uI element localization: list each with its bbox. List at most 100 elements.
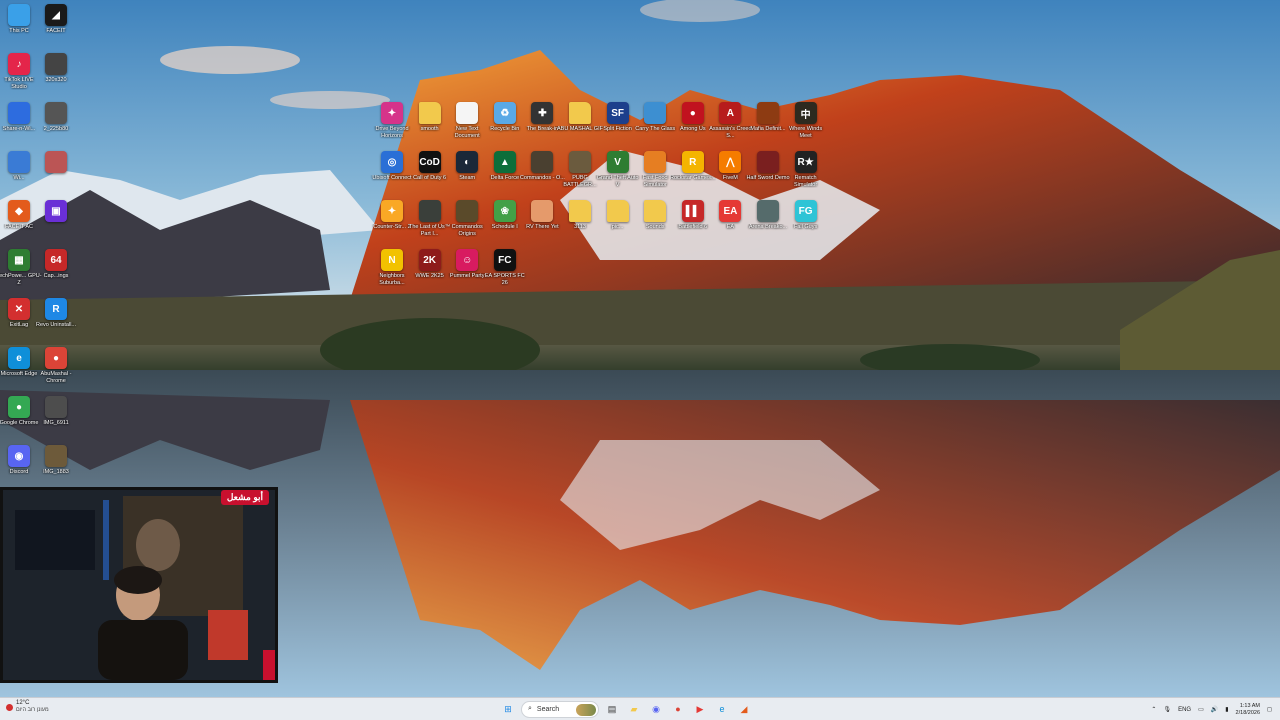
image-file-icon — [45, 102, 67, 124]
desktop-shortcut[interactable]: 64 Cap...ings — [33, 249, 79, 280]
youtube-icon[interactable]: ▶ — [691, 700, 709, 718]
desktop-shortcut[interactable]: ◢ FACEIT — [33, 4, 79, 35]
ubisoft-icon: ◎ — [381, 151, 403, 173]
folder-icon — [569, 102, 591, 124]
desktop-shortcut[interactable]: FG Fall Guys — [783, 200, 829, 231]
desktop-shortcut-label: AbuMashal - Chrome — [40, 371, 72, 384]
notification-icon[interactable]: ◻ — [1267, 706, 1272, 713]
faceit-icon[interactable]: ◢ — [735, 700, 753, 718]
steam-icon: ◐ — [456, 151, 479, 173]
search-highlight-image — [576, 703, 596, 716]
chrome-icon[interactable]: ● — [669, 700, 687, 718]
cs2-icon: ✦ — [381, 200, 403, 222]
game-icon — [569, 151, 591, 173]
edge-icon[interactable]: e — [713, 700, 731, 718]
rockstar-icon: R — [681, 151, 704, 173]
battery-icon[interactable]: ▮ — [1225, 706, 1228, 713]
desktop-shortcut[interactable]: R Revo Uninstall... — [33, 298, 79, 329]
game-icon — [531, 151, 554, 173]
chrome-icon: ● — [8, 396, 30, 418]
game-icon: V — [606, 151, 629, 173]
discord-icon[interactable]: ◉ — [647, 700, 665, 718]
desktop-shortcut[interactable]: ▣ — [33, 200, 79, 224]
game-icon — [531, 200, 554, 222]
desktop-shortcut-label: FACEIT — [46, 28, 66, 34]
desktop-shortcut[interactable] — [33, 151, 79, 175]
discord-icon: ◉ — [8, 445, 30, 467]
desktop-shortcut[interactable]: IMG_6911 — [33, 396, 79, 427]
webcam-overlay: أبو مشعل — [0, 487, 278, 683]
weather-icon — [6, 703, 13, 711]
faceit-ac-icon: ◆ — [8, 200, 30, 222]
image-file-icon — [45, 151, 67, 173]
taskbar-search[interactable]: ⌕ Search — [521, 700, 599, 718]
folder-icon — [569, 200, 591, 222]
game-icon — [418, 200, 441, 222]
desktop-shortcut[interactable]: IMG_1883 — [33, 445, 79, 476]
game-icon: N — [381, 249, 403, 271]
clock-time: 1:13 AM — [1239, 702, 1261, 709]
desktop-shortcut-label: Where Winds Meet — [789, 126, 823, 139]
streamer-badge: أبو مشعل — [220, 490, 269, 505]
game-icon: CoD — [418, 151, 441, 173]
clock[interactable]: 1:13 AM 2/18/2026 — [1236, 703, 1260, 717]
file-explorer-icon[interactable]: ▰ — [625, 700, 643, 718]
game-icon: ❀ — [493, 200, 516, 222]
search-placeholder: Search — [536, 705, 560, 713]
game-icon: 中 — [794, 102, 817, 124]
taskbar-pinned-apps: ▤ ▰ ◉ ● ▶ e ◢ — [603, 700, 753, 718]
game-icon — [644, 102, 667, 124]
fivem-icon: ⋀ — [719, 151, 742, 173]
game-icon: FC — [493, 249, 516, 271]
desktop-shortcut-label: Wi... — [13, 175, 25, 181]
desktop-shortcut[interactable]: 2_225b80 — [33, 102, 79, 133]
weather-widget[interactable]: 12°C מעונן רוב היום — [6, 700, 49, 714]
folder-icon — [644, 200, 667, 222]
exitlag-icon: ✕ — [8, 298, 30, 320]
revo-icon: R — [45, 298, 67, 320]
task-view-icon[interactable]: ▤ — [603, 700, 621, 718]
game-icon — [644, 151, 667, 173]
chevron-up-icon[interactable]: ⌃ — [1151, 706, 1156, 713]
desktop-shortcut-label: Fall Guys — [793, 224, 818, 230]
clock-date: 2/18/2026 — [1235, 709, 1261, 716]
taskbar: 12°C מעונן רוב היום ⊞ ⌕ Search ▤ ▰ ◉ ● ▶ e ◢ ⌃… — [0, 697, 1280, 720]
monitor-icon — [8, 4, 30, 26]
microphone-icon[interactable]: 🎙 — [1163, 706, 1171, 713]
edge-icon: e — [8, 347, 30, 369]
desktop-shortcut-label: EA SPORTS FC 26 — [484, 273, 525, 286]
app-icon: ▣ — [45, 200, 67, 222]
game-icon: ✦ — [381, 102, 403, 124]
desktop-shortcut-label: Revo Uninstall... — [35, 322, 77, 328]
ea-icon: EA — [719, 200, 742, 222]
desktop-shortcut[interactable]: R★ Rematch Simulator — [783, 151, 829, 188]
desktop-shortcut[interactable]: 中 Where Winds Meet — [783, 102, 829, 139]
faceit-icon: ◢ — [45, 4, 67, 26]
image-file-icon — [45, 445, 67, 467]
game-icon — [757, 200, 779, 222]
app-icon — [8, 151, 30, 173]
weather-description: מעונן רוב היום — [16, 707, 49, 713]
game-icon: SF — [606, 102, 629, 124]
tiktok-icon: ♪ — [8, 53, 30, 75]
game-icon — [757, 151, 779, 173]
webcam-feed — [3, 490, 275, 680]
recycle-bin-icon: ♻ — [493, 102, 516, 124]
desktop-shortcut-label: 320x320 — [45, 77, 67, 83]
text-file-icon — [456, 102, 479, 124]
game-icon: ● — [681, 102, 704, 124]
image-file-icon — [45, 396, 67, 418]
desktop-shortcut[interactable]: ● AbuMashal - Chrome — [33, 347, 79, 384]
desktop-shortcut-label: Cap...ings — [43, 273, 69, 279]
volume-icon[interactable]: 🔊 — [1211, 706, 1218, 713]
language-indicator[interactable]: ENG — [1178, 707, 1191, 713]
monitor-icon[interactable]: ▭ — [1198, 706, 1204, 713]
desktop-shortcut[interactable]: 320x320 — [33, 53, 79, 84]
game-icon: ☺ — [456, 249, 479, 271]
start-button[interactable]: ⊞ — [499, 700, 517, 718]
capframe-icon: 64 — [45, 249, 67, 271]
chrome-icon: ● — [45, 347, 67, 369]
folder-icon — [606, 200, 629, 222]
desktop-shortcut[interactable]: FC EA SPORTS FC 26 — [482, 249, 528, 286]
app-icon — [8, 102, 30, 124]
